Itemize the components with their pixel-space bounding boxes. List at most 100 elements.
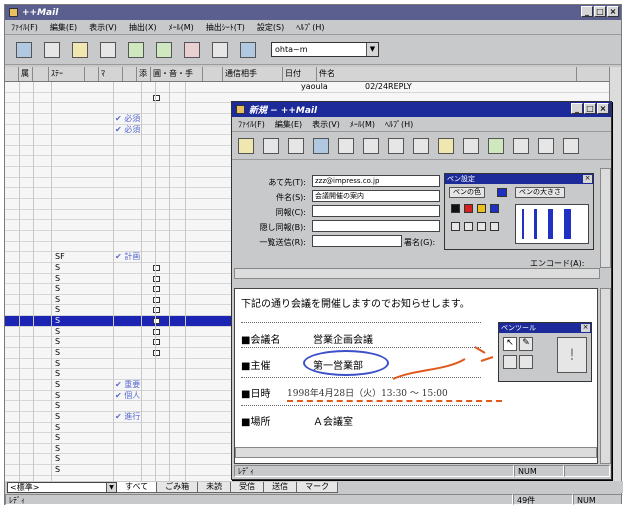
account-combo[interactable]: ohta~m ▼	[271, 42, 379, 57]
pen-tools-title[interactable]: ペンツール ×	[499, 323, 591, 333]
column-divider	[155, 82, 156, 481]
doc-icon[interactable]	[435, 135, 457, 157]
save-icon[interactable]	[260, 135, 282, 157]
col-flag[interactable]	[33, 67, 49, 81]
compose-titlebar[interactable]: 新規 − ++Mail _ □ ×	[232, 102, 611, 117]
reply-field[interactable]	[312, 235, 402, 247]
maximize-button[interactable]: □	[594, 6, 606, 17]
color-swatch[interactable]	[451, 204, 460, 213]
place-label: ■場所	[241, 417, 271, 428]
menu-extract[interactable]: 抽出(X)	[129, 22, 157, 33]
receive-mail-icon[interactable]	[13, 39, 35, 61]
close-icon[interactable]: ×	[581, 324, 590, 332]
menu-help[interactable]: ﾍﾙﾌﾟ(H)	[296, 22, 324, 33]
fill-icon[interactable]	[519, 355, 533, 369]
cut-icon[interactable]	[335, 135, 357, 157]
body-hscroll[interactable]	[235, 447, 597, 458]
compose-menu-help[interactable]: ﾍﾙﾌﾟ(H)	[385, 119, 413, 130]
compose-minimize-button[interactable]: _	[571, 103, 583, 114]
alert-icon[interactable]: !	[557, 337, 587, 373]
attach-icon[interactable]	[310, 135, 332, 157]
pointer-icon[interactable]: ↖	[503, 337, 517, 351]
header-vscroll[interactable]	[600, 168, 611, 268]
compose-maximize-button[interactable]: □	[584, 103, 596, 114]
new-mail-icon[interactable]	[69, 39, 91, 61]
page-icon[interactable]	[460, 135, 482, 157]
col-env[interactable]	[123, 67, 137, 81]
body-vscroll[interactable]	[600, 288, 611, 464]
col-mark[interactable]: ﾏ	[99, 67, 123, 81]
col-sender[interactable]: 通信相手	[223, 67, 283, 81]
chevron-down-icon[interactable]: ▼	[366, 43, 378, 56]
undo-icon[interactable]	[410, 135, 432, 157]
col-media[interactable]: 圃・音・手	[151, 67, 203, 81]
pen-size-preview[interactable]	[515, 204, 589, 244]
tab-marked[interactable]: マーク	[296, 481, 339, 493]
filter-icon[interactable]	[237, 39, 259, 61]
col-date[interactable]: 日付	[283, 67, 317, 81]
subject-field[interactable]: 会議開催の案内	[312, 190, 440, 202]
line-style-button[interactable]	[464, 222, 473, 231]
send-icon[interactable]	[235, 135, 257, 157]
paste-icon[interactable]	[385, 135, 407, 157]
signature-label: 署名(G):	[404, 238, 436, 247]
compose-menu-edit[interactable]: 編集(E)	[275, 119, 302, 130]
line-style-button[interactable]	[451, 222, 460, 231]
header-hscroll[interactable]	[234, 268, 600, 279]
delete-icon[interactable]	[209, 39, 231, 61]
color-swatch[interactable]	[477, 204, 486, 213]
minimize-button[interactable]: _	[581, 6, 593, 17]
menu-edit[interactable]: 編集(E)	[50, 22, 77, 33]
cc-field[interactable]	[312, 205, 440, 217]
pen-icon[interactable]	[485, 135, 507, 157]
pen-size-button[interactable]: ペンの大きさ	[515, 187, 565, 198]
menu-mail[interactable]: ﾒｰﾙ(M)	[169, 22, 194, 33]
copy-icon[interactable]	[360, 135, 382, 157]
compose-menu-file[interactable]: ﾌｧｲﾙ(F)	[238, 119, 265, 130]
tab-trash[interactable]: ごみ箱	[156, 481, 199, 493]
eraser-tool-icon[interactable]	[503, 355, 517, 369]
pencil-icon[interactable]: ✎	[519, 337, 533, 351]
col-misc[interactable]	[203, 67, 223, 81]
to-field[interactable]: zzz@impress.co.jp	[312, 175, 440, 187]
tab-sent[interactable]: 送信	[263, 481, 298, 493]
reply-icon[interactable]	[125, 39, 147, 61]
menu-file[interactable]: ﾌｧｲﾙ(F)	[11, 22, 38, 33]
tab-inbox[interactable]: 受信	[230, 481, 265, 493]
compose-menu-view[interactable]: 表示(V)	[312, 119, 340, 130]
tab-selector[interactable]: <標準> ▼	[7, 481, 117, 493]
col-heart[interactable]	[85, 67, 99, 81]
print-icon[interactable]	[285, 135, 307, 157]
line-style-button[interactable]	[477, 222, 486, 231]
menu-extract-sheet[interactable]: 抽出ｼｰﾄ(T)	[206, 22, 245, 33]
compose-close-button[interactable]: ×	[597, 103, 609, 114]
color-swatch[interactable]	[490, 204, 499, 213]
chevron-down-icon[interactable]: ▼	[106, 482, 116, 492]
bcc-field[interactable]	[312, 220, 440, 232]
address-book-icon[interactable]	[181, 39, 203, 61]
col-subject[interactable]: 件名	[317, 67, 577, 81]
menu-settings[interactable]: 設定(S)	[257, 22, 284, 33]
col-attr[interactable]: 属	[19, 67, 33, 81]
trash-icon[interactable]	[560, 135, 582, 157]
col-status[interactable]: ｽﾃｰ	[49, 67, 85, 81]
menu-view[interactable]: 表示(V)	[89, 22, 117, 33]
close-icon[interactable]: ×	[583, 175, 592, 183]
open-mail-icon[interactable]	[97, 39, 119, 61]
send-mail-icon[interactable]	[41, 39, 63, 61]
forward-icon[interactable]	[153, 39, 175, 61]
status-cell: S	[55, 465, 61, 475]
clear-icon[interactable]	[535, 135, 557, 157]
col-attach[interactable]: 添	[137, 67, 151, 81]
close-button[interactable]: ×	[607, 6, 619, 17]
compose-menu-mail[interactable]: ﾒｰﾙ(M)	[350, 119, 375, 130]
pen-settings-title[interactable]: ペン設定 ×	[445, 174, 593, 184]
line-style-button[interactable]	[490, 222, 499, 231]
main-titlebar[interactable]: ++Mail _ □ ×	[5, 5, 621, 20]
tab-unread[interactable]: 未読	[197, 481, 232, 493]
color-swatch[interactable]	[464, 204, 473, 213]
tab-all[interactable]: すべて	[116, 481, 158, 493]
eraser-icon[interactable]	[510, 135, 532, 157]
pen-color-button[interactable]: ペンの色	[449, 187, 485, 198]
col-icon[interactable]	[5, 67, 19, 81]
